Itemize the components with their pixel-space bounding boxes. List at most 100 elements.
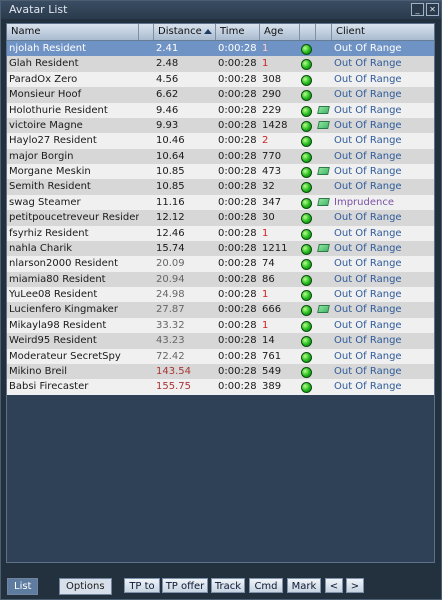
- sort-ascending-icon: [204, 29, 212, 34]
- table-row[interactable]: Moderateur SecretSpy 72.42 0:00:28 761 Out O…: [7, 348, 434, 364]
- avatar-distance: 10.46: [156, 135, 185, 147]
- table-row[interactable]: Holothurie Resident 9.46 0:00:28 229 Out Of …: [7, 102, 434, 118]
- avatar-distance: 2.41: [156, 43, 179, 54]
- avatar-time: 0:00:28: [218, 89, 257, 101]
- table-row[interactable]: Mikino Breil 143.54 0:00:28 549 Out Of Range: [7, 363, 434, 380]
- avatar-time: 0:00:28: [218, 135, 257, 147]
- avatar-client: Out Of Range: [334, 304, 402, 316]
- column-age[interactable]: Age: [260, 24, 300, 40]
- cmd-button[interactable]: Cmd: [249, 578, 283, 593]
- avatar-age: 30: [262, 212, 275, 224]
- column-name[interactable]: Name: [7, 24, 139, 40]
- table-row[interactable]: nahla Charik 15.74 0:00:28 1211 Out Of Range: [7, 240, 434, 257]
- avatar-distance: 72.42: [156, 350, 185, 362]
- avatar-distance: 33.32: [156, 319, 185, 331]
- avatar-time: 0:00:28: [218, 242, 257, 254]
- avatar-name: Mikayla98 Resident: [9, 319, 107, 331]
- table-row[interactable]: fsyrhiz Resident 12.46 0:00:28 1 Out Of Rang…: [7, 225, 434, 241]
- avatar-distance: 6.62: [156, 89, 179, 101]
- avatar-distance: 43.23: [156, 335, 185, 347]
- table-row[interactable]: Semith Resident 10.85 0:00:28 32 Out Of Rang…: [7, 179, 434, 195]
- avatar-age: 1: [262, 227, 269, 239]
- payment-cell: [316, 179, 332, 194]
- table-row[interactable]: Haylo27 Resident 10.46 0:00:28 2 Out Of Rang…: [7, 133, 434, 149]
- avatar-client: Out Of Range: [334, 43, 402, 54]
- green-dot-icon: [301, 213, 312, 225]
- avatar-client: Out Of Range: [334, 135, 402, 147]
- avatar-age: 389: [262, 381, 282, 393]
- table-row[interactable]: Lucienfero Kingmaker 27.87 0:00:28 666 Out O…: [7, 302, 434, 318]
- table-row[interactable]: ParadOx Zero 4.56 0:00:28 308 Out Of Range: [7, 71, 434, 88]
- avatar-distance: 2.48: [156, 58, 179, 70]
- payment-cell: [316, 164, 332, 179]
- table-row[interactable]: Weird95 Resident 43.23 0:00:28 14 Out Of Ran…: [7, 333, 434, 349]
- payment-cell: [316, 87, 332, 102]
- column-time[interactable]: Time: [216, 24, 260, 40]
- status-cell: [300, 118, 316, 133]
- avatar-name: nlarson2000 Resident: [9, 258, 119, 270]
- green-dot-icon: [301, 44, 312, 55]
- table-row[interactable]: Morgane Meskin 10.85 0:00:28 473 Out Of Rang…: [7, 164, 434, 180]
- avatar-age: 290: [262, 89, 282, 101]
- avatar-client: Out Of Range: [334, 381, 402, 393]
- status-cell: [300, 87, 316, 102]
- mark-button[interactable]: Mark: [287, 578, 321, 593]
- payment-cell: [316, 333, 332, 348]
- payment-cell: [316, 318, 332, 333]
- status-cell: [300, 287, 316, 302]
- avatar-client: Out Of Range: [334, 89, 402, 101]
- payment-cell: [316, 118, 332, 133]
- list-header: Name Distance Time Age Client: [7, 24, 434, 41]
- green-dot-icon: [301, 90, 312, 102]
- avatar-age: 86: [262, 273, 275, 285]
- avatar-age: 74: [262, 258, 275, 270]
- money-icon: [317, 120, 330, 129]
- avatar-list[interactable]: Name Distance Time Age Client njolah Res…: [6, 23, 435, 563]
- green-dot-icon: [301, 274, 312, 286]
- avatar-client: Out Of Range: [334, 335, 402, 347]
- table-row[interactable]: YuLee08 Resident 24.98 0:00:28 1 Out Of Rang…: [7, 287, 434, 303]
- track-button[interactable]: Track: [211, 578, 245, 593]
- status-cell: [300, 103, 316, 118]
- tab-list[interactable]: List: [7, 578, 39, 595]
- status-cell: [300, 302, 316, 317]
- table-row[interactable]: Babsi Firecaster 155.75 0:00:28 389 Out Of R…: [7, 379, 434, 395]
- table-row[interactable]: miamia80 Resident 20.94 0:00:28 86 Out Of Ra…: [7, 271, 434, 287]
- tp-to-button[interactable]: TP to: [124, 578, 160, 593]
- green-dot-icon: [301, 366, 312, 378]
- table-row[interactable]: swag Steamer 11.16 0:00:28 347 Imprudence: [7, 194, 434, 211]
- close-button[interactable]: ✕: [426, 3, 439, 16]
- table-row[interactable]: Mikayla98 Resident 33.32 0:00:28 1 Out Of Ra…: [7, 317, 434, 334]
- column-distance[interactable]: Distance: [154, 24, 216, 40]
- tp-offer-button[interactable]: TP offer: [162, 578, 208, 593]
- avatar-time: 0:00:28: [218, 181, 257, 193]
- previous-button[interactable]: <: [325, 578, 343, 593]
- column-client[interactable]: Client: [332, 24, 434, 40]
- status-cell: [300, 195, 316, 210]
- column-status[interactable]: [300, 24, 316, 40]
- avatar-name: nahla Charik: [9, 242, 73, 254]
- column-payment[interactable]: [316, 24, 332, 40]
- money-icon: [317, 167, 330, 175]
- tab-options[interactable]: Options: [59, 578, 112, 595]
- next-button[interactable]: >: [346, 578, 364, 593]
- avatar-name: Lucienfero Kingmaker: [9, 304, 118, 316]
- table-row[interactable]: Glah Resident 2.48 0:00:28 1 Out Of Range: [7, 56, 434, 72]
- avatar-distance: 24.98: [156, 289, 185, 300]
- minimize-button[interactable]: _: [411, 3, 424, 16]
- table-row[interactable]: victoire Magne 9.93 0:00:28 1428 Out Of Rang…: [7, 117, 434, 134]
- column-mark-separator[interactable]: [139, 24, 154, 40]
- avatar-distance: 9.46: [156, 104, 179, 116]
- table-row[interactable]: njolah Resident 2.41 0:00:28 1 Out Of Range: [7, 41, 434, 57]
- avatar-age: 1: [262, 289, 269, 300]
- table-row[interactable]: Monsieur Hoof 6.62 0:00:28 290 Out Of Range: [7, 87, 434, 103]
- green-dot-icon: [301, 351, 312, 363]
- table-row[interactable]: petitpoucetreveur Resident 12.12 0:00:28 30…: [7, 210, 434, 226]
- table-row[interactable]: major Borgin 10.64 0:00:28 770 Out Of Range: [7, 148, 434, 164]
- avatar-time: 0:00:28: [218, 319, 257, 331]
- avatar-client: Out Of Range: [334, 212, 402, 224]
- table-row[interactable]: nlarson2000 Resident 20.09 0:00:28 74 Out Of…: [7, 256, 434, 272]
- avatar-time: 0:00:28: [218, 227, 257, 239]
- avatar-name: miamia80 Resident: [9, 273, 106, 285]
- avatar-distance: 4.56: [156, 73, 179, 85]
